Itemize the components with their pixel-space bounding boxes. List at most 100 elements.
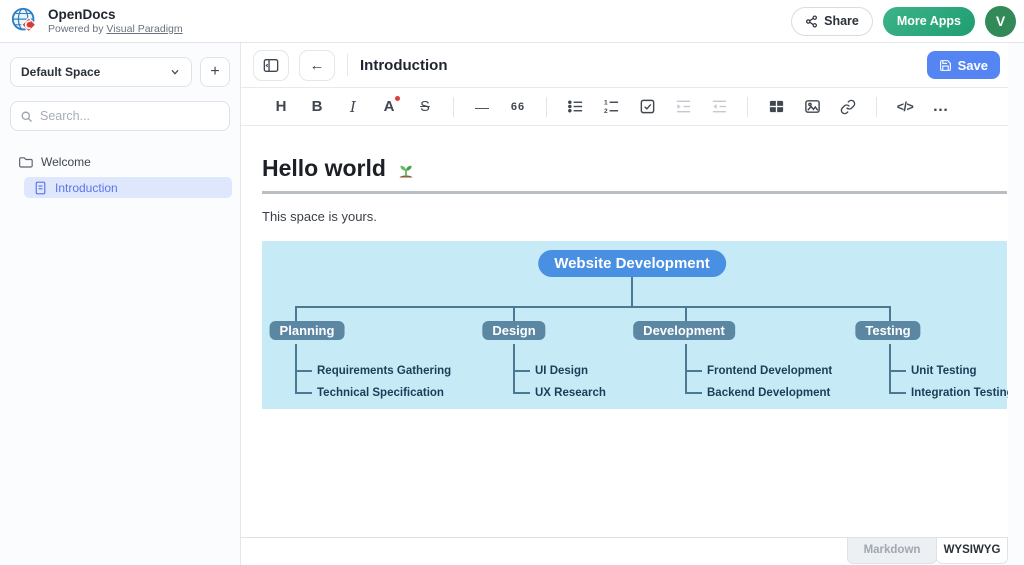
- code-glyph: </>: [897, 100, 914, 114]
- folder-icon: [18, 155, 33, 169]
- main-panel: ← Introduction Save H B I AS — 66 12 </> …: [241, 43, 1008, 565]
- toolbar-horizontal-rule-button[interactable]: —: [468, 92, 496, 122]
- share-icon: [805, 15, 818, 28]
- toolbar-table-button[interactable]: [762, 92, 790, 122]
- more-apps-button[interactable]: More Apps: [883, 7, 975, 36]
- more-glyph: …: [933, 98, 950, 116]
- scrollbar-gutter[interactable]: [1008, 43, 1024, 565]
- tree-item-introduction[interactable]: Introduction: [24, 177, 232, 198]
- powered-by-prefix: Powered by: [48, 23, 106, 35]
- heading-rule: [262, 191, 1007, 194]
- mindmap-connector: [513, 306, 515, 321]
- mindmap-connector: [891, 392, 906, 394]
- mindmap-branch-node: Development: [633, 321, 735, 340]
- chevron-down-icon: [169, 66, 181, 78]
- page-title: Introduction: [360, 57, 447, 74]
- table-icon: [768, 98, 785, 115]
- toolbar-more-button[interactable]: …: [927, 92, 955, 122]
- mindmap-leaf-label: Unit Testing: [911, 365, 977, 377]
- horizontal-rule-glyph: —: [475, 99, 489, 115]
- mindmap-connector: [687, 370, 702, 372]
- toolbar-font-color-button[interactable]: A: [375, 92, 403, 122]
- toolbar-image-button[interactable]: [798, 92, 826, 122]
- powered-by: Powered by Visual Paradigm: [48, 23, 183, 35]
- toolbar-outdent-button: [705, 92, 733, 122]
- toolbar-blockquote-button[interactable]: 66: [504, 92, 532, 122]
- tree-item-label: Introduction: [55, 181, 118, 195]
- heading-glyph: H: [276, 98, 287, 115]
- toolbar-task-list-button[interactable]: [633, 92, 661, 122]
- toolbar-bold-button[interactable]: B: [303, 92, 331, 122]
- italic-glyph: I: [350, 98, 356, 116]
- mindmap-connector: [889, 344, 891, 394]
- user-avatar[interactable]: V: [985, 6, 1016, 37]
- toolbar-bullet-list-button[interactable]: [561, 92, 589, 122]
- opendocs-app: OpenDocs Powered by Visual Paradigm Shar…: [0, 0, 1024, 565]
- add-page-button[interactable]: +: [200, 57, 230, 87]
- mindmap-diagram[interactable]: Website Development Planning Requirements …: [262, 241, 1007, 409]
- search-box[interactable]: [10, 101, 230, 131]
- mindmap-connector: [685, 344, 687, 394]
- toolbar-divider: [876, 97, 877, 117]
- toolbar-link-button[interactable]: [834, 92, 862, 122]
- body-paragraph: This space is yours.: [262, 209, 1008, 224]
- toolbar-code-button[interactable]: </>: [891, 92, 919, 122]
- mindmap-leaf-label: UX Research: [535, 387, 606, 399]
- font-color-glyph: A: [384, 98, 395, 115]
- mindmap-connector: [295, 306, 891, 308]
- mindmap-connector: [685, 306, 687, 321]
- topbar-divider: [347, 54, 348, 76]
- toolbar-indent-button: [669, 92, 697, 122]
- editor-mode-tabs: Markdown WYSIWYG: [241, 537, 1008, 565]
- brand: OpenDocs Powered by Visual Paradigm: [10, 6, 183, 36]
- page-tree: Welcome Introduction: [0, 151, 240, 198]
- share-label: Share: [824, 14, 859, 28]
- opendocs-logo-icon: [10, 6, 40, 36]
- toolbar-italic-button[interactable]: I: [339, 92, 367, 122]
- mindmap-root-node: Website Development: [538, 250, 726, 277]
- mindmap-connector: [631, 277, 633, 306]
- toolbar-divider: [747, 97, 748, 117]
- tab-markdown[interactable]: Markdown: [847, 538, 937, 564]
- mindmap-leaf-label: Requirements Gathering: [317, 365, 451, 377]
- bold-glyph: B: [312, 98, 323, 115]
- space-selector-value: Default Space: [21, 65, 100, 79]
- tab-wysiwyg[interactable]: WYSIWYG: [936, 538, 1008, 564]
- mindmap-leaf-label: Backend Development: [707, 387, 830, 399]
- ordered-list-icon: 12: [603, 98, 620, 115]
- save-label: Save: [958, 58, 988, 73]
- app-header: OpenDocs Powered by Visual Paradigm Shar…: [0, 0, 1024, 43]
- mindmap-connector: [295, 306, 297, 321]
- back-button[interactable]: ←: [299, 50, 335, 81]
- visual-paradigm-link[interactable]: Visual Paradigm: [106, 23, 182, 35]
- mindmap-leaf-label: Technical Specification: [317, 387, 444, 399]
- bullet-list-icon: [567, 98, 584, 115]
- font-color-dot: [395, 96, 400, 101]
- search-icon: [20, 110, 33, 123]
- image-icon: [804, 98, 821, 115]
- toolbar-strikethrough-button[interactable]: S: [411, 92, 439, 122]
- mindmap-connector: [891, 370, 906, 372]
- tree-item-welcome[interactable]: Welcome: [0, 151, 240, 173]
- mindmap-connector: [515, 370, 530, 372]
- formatting-toolbar: H B I AS — 66 12 </> …: [241, 88, 1008, 126]
- mindmap-connector: [297, 392, 312, 394]
- link-icon: [840, 99, 856, 115]
- mindmap-branch-node: Testing: [855, 321, 920, 340]
- mindmap-leaf-label: Frontend Development: [707, 365, 832, 377]
- document-icon: [34, 181, 47, 195]
- mindmap-connector: [515, 392, 530, 394]
- toggle-sidebar-button[interactable]: [253, 50, 289, 81]
- arrow-left-icon: ←: [310, 57, 325, 74]
- toolbar-heading-button[interactable]: H: [267, 92, 295, 122]
- seedling-emoji-icon: [395, 158, 417, 180]
- mindmap-branch-node: Planning: [270, 321, 345, 340]
- save-button[interactable]: Save: [927, 51, 1000, 79]
- editor-canvas[interactable]: Hello world This space is yours. Website…: [241, 126, 1008, 537]
- share-button[interactable]: Share: [791, 7, 873, 36]
- space-selector[interactable]: Default Space: [10, 57, 192, 87]
- mindmap-connector: [295, 344, 297, 394]
- toolbar-ordered-list-button[interactable]: 12: [597, 92, 625, 122]
- search-input[interactable]: [40, 109, 220, 123]
- save-icon: [939, 59, 952, 72]
